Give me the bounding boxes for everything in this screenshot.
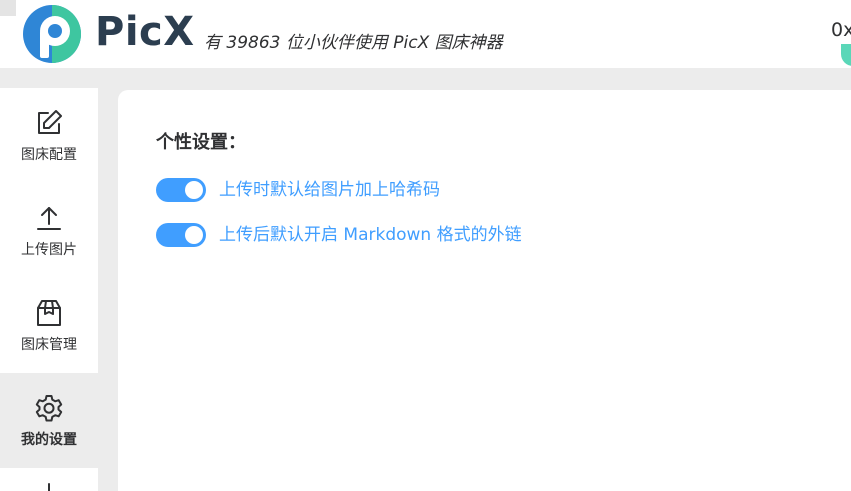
hash-option-label[interactable]: 上传时默认给图片加上哈希码 — [219, 179, 440, 201]
sidebar-nav: 图床配置 上传图片 图床管理 我的设置 — [0, 88, 98, 491]
sidebar-item-label: 我的设置 — [21, 431, 77, 448]
app-header: PicX 有 39863 位小伙伴使用 PicX 图床神器 0x — [0, 0, 851, 68]
sidebar-item-image-host-config[interactable]: 图床配置 — [0, 88, 98, 183]
sidebar-item-image-management[interactable]: 图床管理 — [0, 278, 98, 373]
sidebar-item-label: 图床管理 — [21, 336, 77, 353]
sidebar-item-label: 上传图片 — [21, 241, 77, 258]
markdown-option[interactable]: 上传后默认开启 Markdown 格式的外链 — [156, 223, 522, 247]
sidebar-item-more[interactable] — [0, 470, 98, 491]
edit-icon — [34, 108, 64, 138]
more-icon — [34, 470, 64, 491]
app-slogan: 有 39863 位小伙伴使用 PicX 图床神器 — [204, 33, 503, 53]
upload-icon — [34, 203, 64, 233]
sidebar-item-label: 图床配置 — [21, 146, 77, 163]
box-icon — [34, 298, 64, 328]
hash-option[interactable]: 上传时默认给图片加上哈希码 — [156, 178, 440, 202]
switch-knob — [185, 181, 203, 199]
sidebar-item-my-settings[interactable]: 我的设置 — [0, 373, 98, 468]
user-name-link[interactable]: 0x — [831, 18, 851, 42]
settings-panel: 个性设置： 上传时默认给图片加上哈希码 上传后默认开启 Markdown 格式的… — [118, 90, 851, 491]
section-title: 个性设置： — [156, 132, 246, 153]
switch-knob — [185, 226, 203, 244]
corner-marker — [0, 0, 16, 16]
app-name: PicX — [95, 9, 195, 55]
markdown-toggle-switch[interactable] — [156, 223, 206, 247]
markdown-option-label[interactable]: 上传后默认开启 Markdown 格式的外链 — [219, 224, 522, 246]
avatar-partial[interactable] — [841, 44, 851, 66]
hash-toggle-switch[interactable] — [156, 178, 206, 202]
sidebar-item-upload[interactable]: 上传图片 — [0, 183, 98, 278]
gear-icon — [34, 393, 64, 423]
picx-logo-icon[interactable] — [22, 4, 82, 64]
